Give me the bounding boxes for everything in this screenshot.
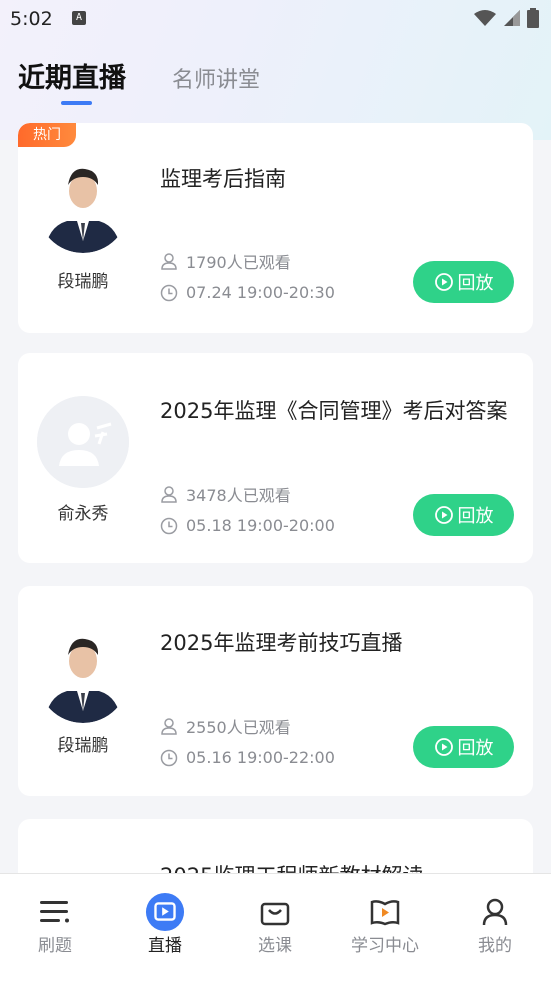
time-row: 07.24 19:00-20:30 <box>160 283 335 302</box>
nav-label: 学习中心 <box>351 936 419 956</box>
bottom-nav: 刷题 直播 选课 学习中心 我的 <box>0 873 551 982</box>
live-list[interactable]: 热门 段瑞鹏 监理考后指南 1790人已观看 07.24 19:00-20:30… <box>18 123 533 873</box>
live-card[interactable]: 热门 段瑞鹏 监理考后指南 1790人已观看 07.24 19:00-20:30… <box>18 123 533 333</box>
time-row: 05.16 19:00-22:00 <box>160 748 335 767</box>
live-time: 05.16 19:00-22:00 <box>186 748 335 767</box>
views-count: 1790人已观看 <box>186 253 291 272</box>
replay-button[interactable]: 回放 <box>413 261 514 303</box>
battery-icon <box>527 8 539 28</box>
clock-icon <box>160 517 178 534</box>
teacher-name: 段瑞鹏 <box>57 272 109 292</box>
tab-recent-live[interactable]: 近期直播 <box>18 56 126 95</box>
hot-badge: 热门 <box>18 123 76 147</box>
avatar <box>37 161 129 253</box>
user-icon <box>475 892 515 932</box>
person-icon <box>161 486 177 503</box>
views-count: 2550人已观看 <box>186 718 291 737</box>
status-bar: 5:02 A <box>0 0 551 36</box>
wifi-icon <box>474 10 496 26</box>
person-icon <box>161 718 177 735</box>
tab-indicator <box>61 101 92 105</box>
system-icons <box>473 8 539 28</box>
live-title[interactable]: 2025监理工程师新教材解读 <box>160 856 520 873</box>
replay-icon <box>434 506 453 524</box>
nav-label: 选课 <box>258 936 292 956</box>
clock-icon <box>160 284 178 301</box>
list-icon <box>35 892 75 932</box>
nav-item-mine[interactable]: 我的 <box>440 874 550 982</box>
tabs-header: 近期直播 名师讲堂 <box>0 50 551 110</box>
nav-item-practice[interactable]: 刷题 <box>0 874 110 982</box>
play-book-icon <box>365 892 405 932</box>
shop-bag-icon <box>255 892 295 932</box>
signal-icon <box>504 10 520 26</box>
teacher-name: 段瑞鹏 <box>57 736 109 756</box>
nav-label: 直播 <box>148 936 182 956</box>
replay-button[interactable]: 回放 <box>413 494 514 536</box>
live-title[interactable]: 2025年监理《合同管理》考后对答案 <box>160 391 520 431</box>
live-card[interactable]: 2025监理工程师新教材解读 <box>18 819 533 873</box>
live-card[interactable]: 段瑞鹏 2025年监理考前技巧直播 2550人已观看 05.16 19:00-2… <box>18 586 533 796</box>
live-card[interactable]: 俞永秀 2025年监理《合同管理》考后对答案 3478人已观看 05.18 19… <box>18 353 533 563</box>
avatar <box>37 631 129 723</box>
nav-label: 刷题 <box>38 936 72 956</box>
replay-button[interactable]: 回放 <box>413 726 514 768</box>
tab-famous-teachers[interactable]: 名师讲堂 <box>172 62 260 94</box>
replay-icon <box>434 273 453 291</box>
nav-label: 我的 <box>478 936 512 956</box>
live-icon <box>145 892 185 932</box>
time-row: 05.18 19:00-20:00 <box>160 516 335 535</box>
teacher-name: 俞永秀 <box>57 504 109 524</box>
nav-item-courses[interactable]: 选课 <box>220 874 330 982</box>
replay-label: 回放 <box>457 506 494 527</box>
views-row: 2550人已观看 <box>160 714 291 738</box>
teacher-photo <box>37 631 129 723</box>
live-title[interactable]: 监理考后指南 <box>160 159 520 199</box>
default-avatar-icon <box>37 396 129 488</box>
nav-item-study-center[interactable]: 学习中心 <box>330 874 440 982</box>
status-time: 5:02 <box>10 8 53 30</box>
views-row: 1790人已观看 <box>160 249 291 273</box>
replay-icon <box>434 738 453 756</box>
replay-label: 回放 <box>457 273 494 294</box>
views-count: 3478人已观看 <box>186 486 291 505</box>
live-time: 07.24 19:00-20:30 <box>186 283 335 302</box>
person-icon <box>161 253 177 270</box>
avatar <box>37 396 129 488</box>
clock-icon <box>160 749 178 766</box>
live-time: 05.18 19:00-20:00 <box>186 516 335 535</box>
notification-icon: A <box>72 11 86 25</box>
teacher-photo <box>37 161 129 253</box>
views-row: 3478人已观看 <box>160 482 291 506</box>
nav-item-live[interactable]: 直播 <box>110 874 220 982</box>
live-title[interactable]: 2025年监理考前技巧直播 <box>160 623 520 663</box>
replay-label: 回放 <box>457 738 494 759</box>
